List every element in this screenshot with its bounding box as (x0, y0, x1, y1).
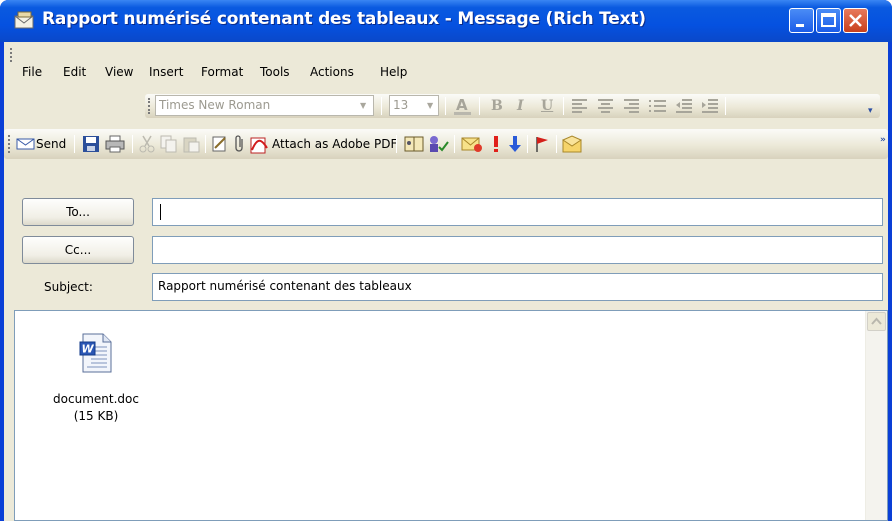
font-size-value: 13 (393, 98, 409, 112)
toolbar-separator (563, 97, 564, 115)
close-icon (849, 14, 862, 27)
menu-format[interactable]: Format (201, 65, 243, 79)
toolbar-options-icon[interactable]: ▾ (868, 106, 873, 116)
attach-pdf-button[interactable]: Attach as Adobe PDF (272, 137, 397, 151)
toolbar-separator (556, 135, 557, 153)
follow-up-flag-icon[interactable] (534, 135, 550, 153)
toolbar-separator (132, 135, 133, 153)
toolbar-separator (445, 97, 446, 115)
toolbar-grip[interactable] (8, 135, 11, 153)
toolbar-separator (527, 135, 528, 153)
send-icon (16, 138, 35, 150)
toolbar-grip[interactable] (10, 48, 13, 62)
menu-edit[interactable]: Edit (63, 65, 86, 79)
send-button[interactable]: Send (36, 137, 66, 151)
maximize-icon (821, 13, 836, 27)
menu-view[interactable]: View (105, 65, 133, 79)
chevron-down-icon: ▼ (427, 101, 434, 110)
envelope-icon (14, 11, 34, 29)
underline-icon[interactable]: U (541, 99, 553, 113)
envelope-icon[interactable] (562, 134, 584, 154)
subject-field[interactable]: Rapport numérisé contenant des tableaux (152, 273, 883, 301)
attachment-name: document.doc (53, 392, 139, 406)
toolbar-separator (74, 135, 75, 153)
toolbar-separator (454, 135, 455, 153)
formatting-toolbar: Times New Roman ▼ 13 ▼ A B I U ▾ (145, 94, 880, 118)
toolbar-grip[interactable] (148, 98, 151, 114)
menu-tools[interactable]: Tools (260, 65, 290, 79)
font-color-icon[interactable]: A (452, 96, 474, 116)
options-icon[interactable] (461, 135, 483, 153)
text-caret (160, 204, 161, 220)
vertical-scrollbar[interactable] (865, 311, 887, 520)
print-icon[interactable] (105, 135, 125, 153)
center-icon[interactable] (597, 98, 615, 114)
chevron-up-icon (871, 317, 882, 325)
paperclip-icon[interactable] (233, 135, 247, 153)
address-book-icon[interactable] (404, 135, 424, 153)
minimize-button[interactable] (789, 8, 814, 33)
title-bar[interactable]: Rapport numérisé contenant des tableaux … (0, 0, 892, 42)
align-left-icon[interactable] (571, 98, 589, 114)
italic-icon[interactable]: I (517, 99, 524, 113)
low-importance-icon[interactable] (508, 135, 522, 153)
menu-insert[interactable]: Insert (149, 65, 183, 79)
bullets-icon[interactable] (649, 98, 667, 114)
toolbar-separator (725, 97, 726, 115)
subject-field-value: Rapport numérisé contenant des tableaux (158, 279, 412, 293)
menu-file[interactable]: File (22, 65, 42, 79)
save-icon[interactable] (82, 135, 100, 153)
copy-icon[interactable] (160, 135, 178, 153)
menu-bar: File Edit View Insert Format Tools Actio… (4, 42, 888, 79)
toolbar-options-icon[interactable]: » (880, 135, 886, 145)
decrease-indent-icon[interactable] (675, 98, 693, 114)
message-body[interactable]: W document.doc (15 KB) (14, 310, 888, 521)
bold-icon[interactable]: B (491, 99, 503, 113)
scroll-up-button[interactable] (867, 312, 886, 331)
adobe-pdf-icon (250, 137, 268, 154)
chevron-down-icon: ▼ (360, 101, 367, 110)
subject-label: Subject: (44, 280, 93, 294)
to-button[interactable]: To... (22, 198, 134, 226)
toolbar-separator (381, 97, 382, 115)
font-name-value: Times New Roman (159, 98, 271, 112)
toolbar-separator (479, 97, 480, 115)
attachment-size: (15 KB) (73, 409, 119, 423)
svg-text:W: W (82, 343, 95, 356)
paste-icon[interactable] (182, 135, 200, 153)
cc-field[interactable] (152, 236, 883, 264)
to-field[interactable] (152, 198, 883, 226)
message-window: Rapport numérisé contenant des tableaux … (0, 0, 892, 521)
menu-actions[interactable]: Actions (310, 65, 354, 79)
high-importance-icon[interactable] (491, 135, 501, 153)
toolbar-separator (205, 135, 206, 153)
cut-icon[interactable] (139, 135, 155, 153)
cc-button[interactable]: Cc... (22, 236, 134, 264)
check-names-icon[interactable] (427, 135, 449, 153)
font-name-combo[interactable]: Times New Roman (155, 95, 374, 116)
client-area: File Edit View Insert Format Tools Actio… (4, 42, 888, 521)
insert-file-icon[interactable] (211, 135, 229, 153)
menu-help[interactable]: Help (380, 65, 407, 79)
minimize-icon (796, 24, 804, 27)
align-right-icon[interactable] (623, 98, 641, 114)
toolbar-separator (396, 135, 397, 153)
word-document-icon[interactable]: W (79, 333, 113, 373)
maximize-button[interactable] (816, 8, 841, 33)
standard-toolbar: Send Attach as Adobe PDF » (4, 129, 888, 159)
svg-text:A: A (456, 96, 468, 114)
increase-indent-icon[interactable] (701, 98, 719, 114)
window-title: Rapport numérisé contenant des tableaux … (42, 9, 646, 29)
close-button[interactable] (843, 8, 868, 33)
